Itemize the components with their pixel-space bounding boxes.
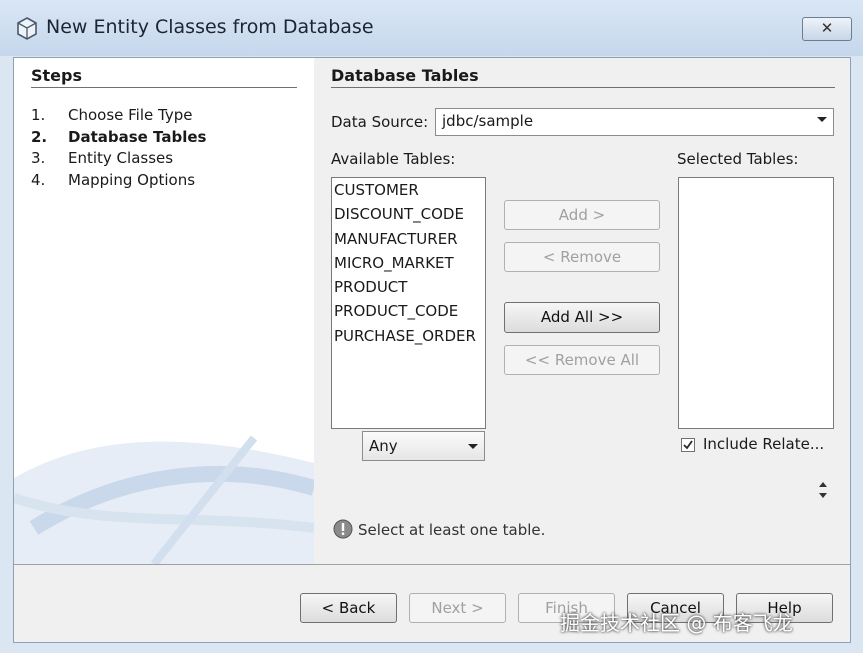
- app-icon: [17, 17, 37, 40]
- add-all-button[interactable]: Add All >>: [504, 302, 660, 333]
- include-related-checkbox[interactable]: [681, 438, 695, 452]
- footer-divider: [14, 564, 850, 565]
- steps-divider: [31, 87, 297, 88]
- table-list-item[interactable]: PRODUCT: [332, 275, 485, 299]
- include-related-label: Include Relate...: [703, 435, 825, 453]
- step-number: 4.: [31, 170, 46, 189]
- step-number: 3.: [31, 149, 46, 167]
- dropdown-arrow-icon: [817, 117, 827, 122]
- close-button[interactable]: ✕: [802, 17, 852, 41]
- data-source-value: jdbc/sample: [442, 112, 534, 130]
- step-label: Database Tables: [68, 127, 207, 146]
- add-button[interactable]: Add >: [504, 200, 660, 230]
- table-list-item[interactable]: DISCOUNT_CODE: [332, 202, 485, 226]
- dropdown-arrow-icon: [468, 444, 478, 449]
- step-label: Choose File Type: [68, 106, 193, 124]
- panel-divider: [331, 87, 835, 88]
- remove-button[interactable]: < Remove: [504, 242, 660, 272]
- title-bar: New Entity Classes from Database ✕: [0, 0, 863, 56]
- window-title: New Entity Classes from Database: [46, 16, 374, 38]
- selected-tables-list[interactable]: [678, 177, 834, 429]
- close-icon: ✕: [820, 19, 834, 37]
- dialog-body: Steps 1. Choose File Type 2. Database Table…: [13, 57, 851, 643]
- table-list-item[interactable]: PURCHASE_ORDER: [332, 324, 485, 348]
- scroll-arrows-icon[interactable]: [817, 478, 829, 502]
- warning-icon: [333, 519, 353, 539]
- table-filter-value: Any: [369, 437, 398, 455]
- validation-message: Select at least one table.: [358, 521, 546, 539]
- available-tables-label: Available Tables:: [331, 150, 456, 168]
- table-list-item[interactable]: MICRO_MARKET: [332, 251, 485, 275]
- next-button[interactable]: Next >: [409, 593, 506, 623]
- data-source-combobox[interactable]: jdbc/sample: [435, 108, 834, 136]
- steps-panel: Steps 1. Choose File Type 2. Database Table…: [14, 58, 314, 564]
- table-list-item[interactable]: PRODUCT_CODE: [332, 299, 485, 323]
- checkmark-icon: [683, 440, 693, 450]
- table-list-item[interactable]: CUSTOMER: [332, 178, 485, 202]
- remove-all-button[interactable]: << Remove All: [504, 345, 660, 375]
- step-label: Entity Classes: [68, 149, 174, 167]
- table-list-item[interactable]: MANUFACTURER: [332, 227, 485, 251]
- panel-title: Database Tables: [331, 66, 479, 85]
- steps-title: Steps: [31, 66, 82, 85]
- table-filter-combobox[interactable]: Any: [362, 431, 485, 461]
- selected-tables-label: Selected Tables:: [677, 150, 799, 168]
- back-button[interactable]: < Back: [300, 593, 397, 623]
- step-number: 1.: [31, 106, 46, 124]
- watermark: 掘金技术社区 @ 布客飞龙: [560, 611, 793, 635]
- step-number: 2.: [31, 127, 48, 146]
- available-tables-list[interactable]: CUSTOMER DISCOUNT_CODE MANUFACTURER MICRO_M…: [331, 177, 486, 429]
- data-source-label: Data Source:: [331, 113, 429, 131]
- step-label: Mapping Options: [68, 170, 196, 189]
